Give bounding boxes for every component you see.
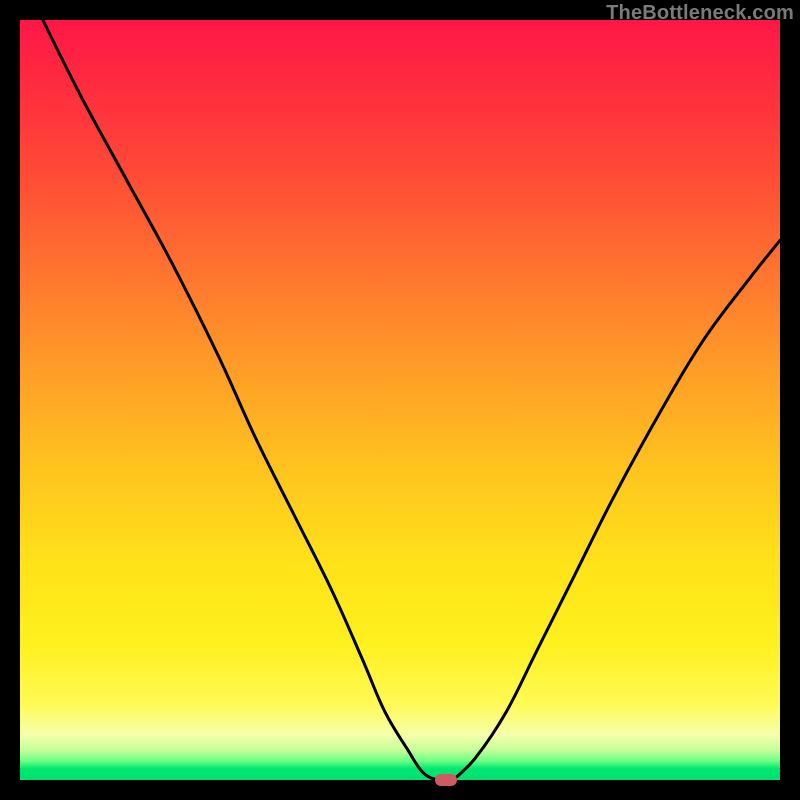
minimum-marker bbox=[435, 774, 457, 786]
outer-frame: TheBottleneck.com bbox=[0, 0, 800, 800]
curve-path bbox=[43, 20, 780, 780]
plot-area bbox=[20, 20, 780, 780]
bottleneck-curve bbox=[20, 20, 780, 780]
